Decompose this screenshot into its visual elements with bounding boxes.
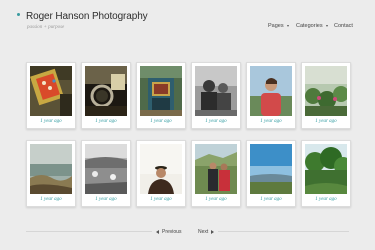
post-card[interactable]: 1 year ago <box>191 140 241 207</box>
photo-thumbnail[interactable] <box>30 66 72 116</box>
photo-thumbnail[interactable] <box>85 66 127 116</box>
post-date[interactable]: 1 year ago <box>82 197 130 202</box>
post-card[interactable]: 1 year ago <box>26 140 76 207</box>
logo-dot-icon <box>17 13 20 16</box>
photo-thumbnail[interactable] <box>195 66 237 116</box>
nav-pages-label: Pages <box>268 23 284 29</box>
photo-thumbnail[interactable] <box>85 144 127 194</box>
post-card[interactable]: 1 year ago <box>301 62 351 129</box>
post-date[interactable]: 1 year ago <box>192 197 240 202</box>
caret-down-icon <box>286 25 289 27</box>
post-date[interactable]: 1 year ago <box>247 119 295 124</box>
next-link[interactable]: Next <box>198 228 215 236</box>
post-card[interactable]: 1 year ago <box>136 62 186 129</box>
post-card[interactable]: 1 year ago <box>246 140 296 207</box>
nav-categories[interactable]: Categories <box>296 21 328 31</box>
post-date[interactable]: 1 year ago <box>247 197 295 202</box>
post-card[interactable]: 1 year ago <box>26 62 76 129</box>
post-card[interactable]: 1 year ago <box>191 62 241 129</box>
post-date[interactable]: 1 year ago <box>27 197 75 202</box>
post-card[interactable]: 1 year ago <box>136 140 186 207</box>
pager-divider <box>26 231 152 232</box>
site-header: Roger Hanson Photography passion + purpo… <box>0 0 375 48</box>
previous-label: Previous <box>162 229 182 235</box>
previous-link[interactable]: Previous <box>156 228 181 236</box>
photo-thumbnail[interactable] <box>305 66 347 116</box>
nav-contact[interactable]: Contact <box>334 21 353 31</box>
arrow-left-icon <box>156 230 159 234</box>
post-card[interactable]: 1 year ago <box>301 140 351 207</box>
photo-thumbnail[interactable] <box>305 144 347 194</box>
photo-thumbnail[interactable] <box>140 66 182 116</box>
site-tagline: passion + purpose <box>27 25 65 30</box>
nav-categories-label: Categories <box>296 23 323 29</box>
photo-thumbnail[interactable] <box>140 144 182 194</box>
post-card[interactable]: 1 year ago <box>246 62 296 129</box>
pager-divider <box>218 231 349 232</box>
photo-thumbnail[interactable] <box>30 144 72 194</box>
post-card[interactable]: 1 year ago <box>81 62 131 129</box>
site-title[interactable]: Roger Hanson Photography <box>26 11 148 22</box>
post-date[interactable]: 1 year ago <box>82 119 130 124</box>
nav-pages[interactable]: Pages <box>268 21 289 31</box>
nav-contact-label: Contact <box>334 23 353 29</box>
arrow-right-icon <box>211 230 215 234</box>
post-date[interactable]: 1 year ago <box>137 197 185 202</box>
post-date[interactable]: 1 year ago <box>302 197 350 202</box>
post-date[interactable]: 1 year ago <box>27 119 75 124</box>
post-card[interactable]: 1 year ago <box>81 140 131 207</box>
post-date[interactable]: 1 year ago <box>137 119 185 124</box>
photo-thumbnail[interactable] <box>250 66 292 116</box>
caret-down-icon <box>325 25 328 27</box>
next-label: Next <box>198 229 209 235</box>
post-date[interactable]: 1 year ago <box>302 119 350 124</box>
photo-thumbnail[interactable] <box>250 144 292 194</box>
photo-thumbnail[interactable] <box>195 144 237 194</box>
post-date[interactable]: 1 year ago <box>192 119 240 124</box>
